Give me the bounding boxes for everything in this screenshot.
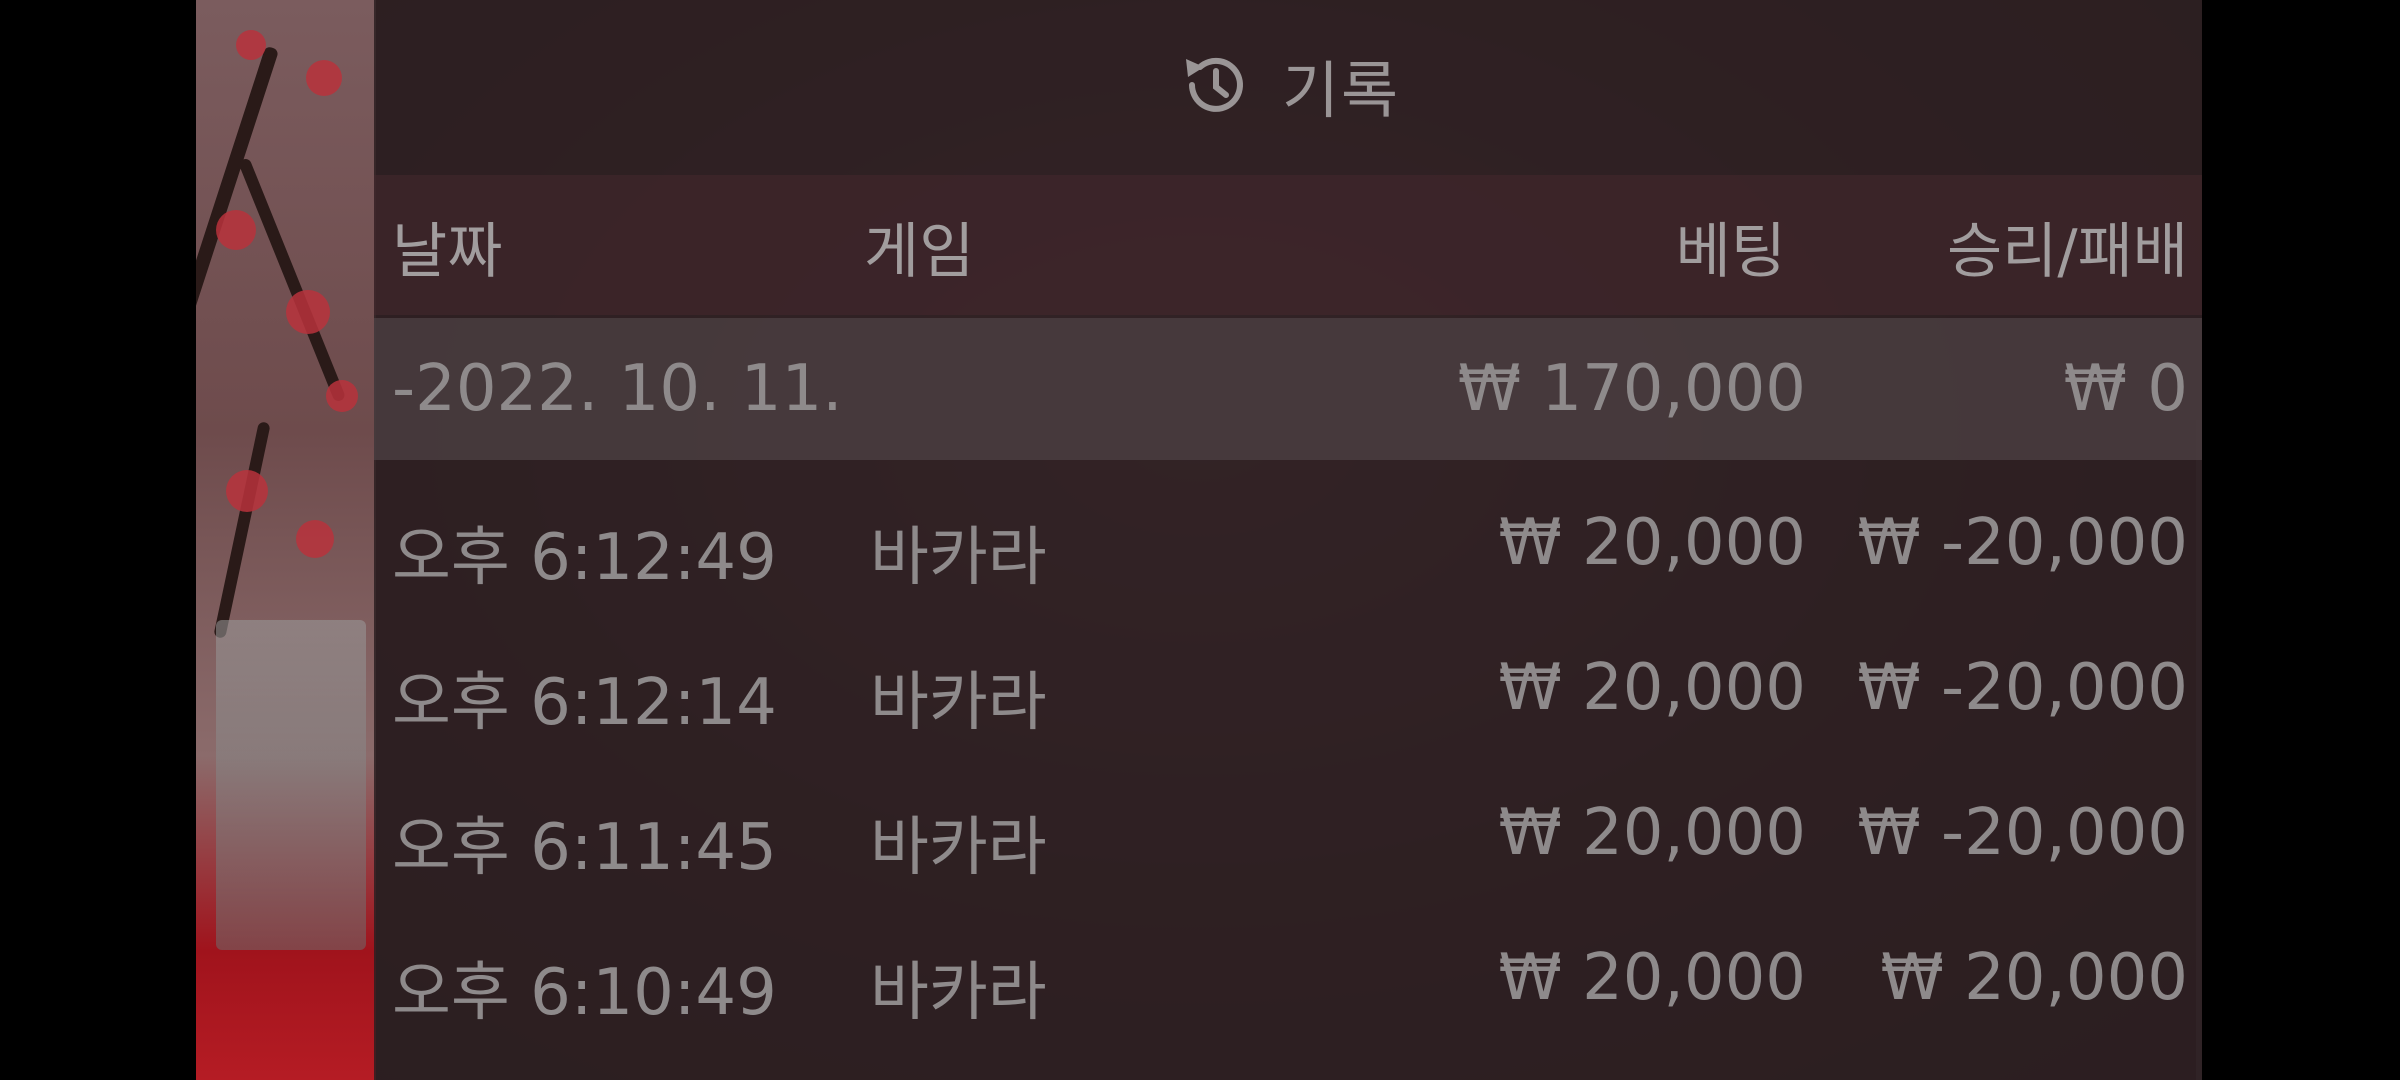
history-panel: 기록 날짜 게임 베팅 승리/패배 -2022. 10. 11. ₩ 170,0… <box>374 0 2202 1080</box>
row-bet: ₩ 20,000 <box>1498 506 1806 580</box>
row-bet: ₩ 20,000 <box>1498 796 1806 870</box>
table-header: 날짜 게임 베팅 승리/패배 <box>374 175 2202 315</box>
card-shoe <box>216 620 366 950</box>
table-row[interactable]: 오후 6:11:45 바카라 ₩ 20,000 ₩ -20,000 <box>374 766 2202 911</box>
row-game: 바카라 <box>870 956 1047 1030</box>
row-win-loss: ₩ -20,000 <box>1857 796 2188 870</box>
summary-bet: ₩ 170,000 <box>1457 352 1806 426</box>
panel-header: 기록 <box>374 0 2202 170</box>
table-row[interactable]: 오후 6:10:49 바카라 ₩ 20,000 ₩ 20,000 <box>374 911 2202 1056</box>
row-win-loss: ₩ 20,000 <box>1880 941 2188 1015</box>
summary-win-loss: ₩ 0 <box>2063 352 2188 426</box>
panel-title: 기록 <box>1281 54 1401 127</box>
row-bet: ₩ 20,000 <box>1498 651 1806 725</box>
row-time: 오후 6:12:49 <box>392 521 777 595</box>
table-row[interactable]: 오후 6:12:49 바카라 ₩ 20,000 ₩ -20,000 <box>374 476 2202 621</box>
row-game: 바카라 <box>870 811 1047 885</box>
row-time: 오후 6:11:45 <box>392 811 777 885</box>
row-game: 바카라 <box>870 521 1047 595</box>
column-header-game: 게임 <box>864 217 975 287</box>
column-header-date: 날짜 <box>392 217 503 287</box>
table-row[interactable]: 오후 6:12:14 바카라 ₩ 20,000 ₩ -20,000 <box>374 621 2202 766</box>
row-time: 오후 6:10:49 <box>392 956 777 1030</box>
date-summary-row[interactable]: -2022. 10. 11. ₩ 170,000 ₩ 0 <box>374 318 2202 460</box>
row-game: 바카라 <box>870 666 1047 740</box>
row-time: 오후 6:12:14 <box>392 666 777 740</box>
history-icon <box>1185 57 1243 112</box>
column-header-win-loss: 승리/패배 <box>1946 217 2188 287</box>
row-bet: ₩ 20,000 <box>1498 941 1806 1015</box>
column-header-bet: 베팅 <box>1675 217 1786 287</box>
dealer-video-strip <box>196 0 376 1080</box>
row-win-loss: ₩ -20,000 <box>1857 651 2188 725</box>
row-win-loss: ₩ -20,000 <box>1857 506 2188 580</box>
summary-date: -2022. 10. 11. <box>392 352 843 426</box>
